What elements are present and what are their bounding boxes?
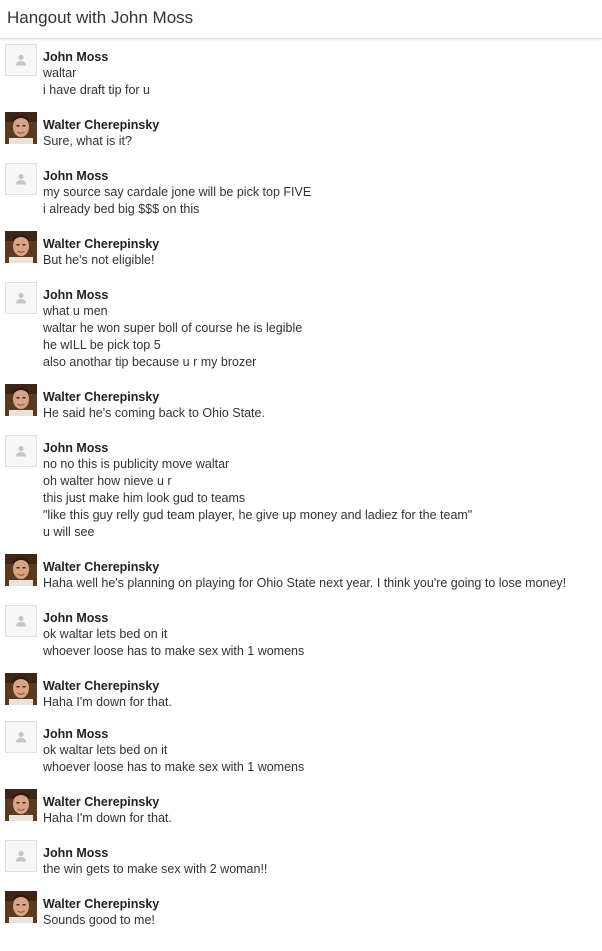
message-text: waltar (43, 66, 77, 80)
message-text: But he's not eligible! (43, 253, 155, 267)
message-text: my source say cardale jone will be pick … (43, 185, 312, 199)
message-body: Walter Cherepinsky Sure, what is it? (43, 117, 599, 150)
message-text: "like this guy relly gud team player, he… (43, 508, 473, 522)
sender-name: John Moss (43, 288, 109, 302)
message-body: Walter Cherepinsky He said he's coming ba… (43, 389, 599, 422)
message-text: ok waltar lets bed on it (43, 743, 168, 757)
placeholder-person-icon (5, 605, 37, 637)
placeholder-person-icon (5, 435, 37, 467)
message-text: ok waltar lets bed on it (43, 627, 168, 641)
message-body: John Moss my source say cardale jone will… (43, 168, 599, 218)
sender-name: John Moss (43, 169, 109, 183)
message-body: Walter Cherepinsky But he's not eligible! (43, 236, 599, 269)
message-text: waltar he won super boll of course he is… (43, 321, 303, 335)
profile-photo-avatar (5, 789, 37, 821)
message-text: no no this is publicity move waltar (43, 457, 230, 471)
sender-name: Walter Cherepinsky (43, 237, 160, 251)
message-text: Sounds good to me! (43, 913, 155, 927)
profile-photo-avatar (5, 891, 37, 923)
message-text: i have draft tip for u (43, 83, 151, 97)
message-body: John Moss the win gets to make sex with 2… (43, 845, 599, 878)
message-text: whoever loose has to make sex with 1 wom… (43, 760, 305, 774)
message-text: i already bed big $$$ on this (43, 202, 200, 216)
sender-name: John Moss (43, 727, 109, 741)
profile-photo-avatar (5, 554, 37, 586)
sender-name: Walter Cherepinsky (43, 118, 160, 132)
sender-name: Walter Cherepinsky (43, 897, 160, 911)
sender-name: John Moss (43, 846, 109, 860)
message-text: whoever loose has to make sex with 1 wom… (43, 644, 305, 658)
sender-name: Walter Cherepinsky (43, 390, 160, 404)
sender-name: John Moss (43, 611, 109, 625)
message-body: Walter Cherepinsky Haha I'm down for that… (43, 794, 599, 827)
message-text: Sure, what is it? (43, 134, 132, 148)
message-text: Haha I'm down for that. (43, 811, 172, 825)
message-body: John Moss ok waltar lets bed on it whoever… (43, 610, 599, 660)
placeholder-person-icon (5, 44, 37, 76)
message-text: He said he's coming back to Ohio State. (43, 406, 265, 420)
sender-name: John Moss (43, 50, 109, 64)
placeholder-person-icon (5, 163, 37, 195)
message-text: u will see (43, 525, 95, 539)
message-body: Walter Cherepinsky Haha well he's plannin… (43, 559, 599, 592)
conversation-title: Hangout with John Moss (7, 8, 194, 27)
placeholder-person-icon (5, 721, 37, 753)
sender-name: Walter Cherepinsky (43, 795, 160, 809)
sender-name: Walter Cherepinsky (43, 560, 160, 574)
message-text: Haha well he's planning on playing for O… (43, 576, 567, 590)
sender-name: Walter Cherepinsky (43, 679, 160, 693)
message-body: John Moss what u men waltar he won super b… (43, 287, 599, 371)
sender-name: John Moss (43, 441, 109, 455)
placeholder-person-icon (5, 840, 37, 872)
message-body: John Moss no no this is publicity move wa… (43, 440, 599, 541)
profile-photo-avatar (5, 384, 37, 416)
profile-photo-avatar (5, 673, 37, 705)
message-text: the win gets to make sex with 2 woman!! (43, 862, 268, 876)
message-body: John Moss waltar i have draft tip for u (43, 49, 599, 99)
placeholder-person-icon (5, 282, 37, 314)
profile-photo-avatar (5, 112, 37, 144)
message-text: this just make him look gud to teams (43, 491, 246, 505)
message-text: he wILL be pick top 5 (43, 338, 161, 352)
message-text: Haha I'm down for that. (43, 695, 172, 709)
message-text: what u men (43, 304, 108, 318)
message-body: John Moss ok waltar lets bed on it whoever… (43, 726, 599, 776)
message-text: also anothar tip because u r my brozer (43, 355, 257, 369)
message-body: Walter Cherepinsky Sounds good to me! (43, 896, 599, 929)
profile-photo-avatar (5, 231, 37, 263)
message-body: Walter Cherepinsky Haha I'm down for that… (43, 678, 599, 711)
conversation-header: Hangout with John Moss (0, 0, 602, 39)
message-text: oh walter how nieve u r (43, 474, 172, 488)
